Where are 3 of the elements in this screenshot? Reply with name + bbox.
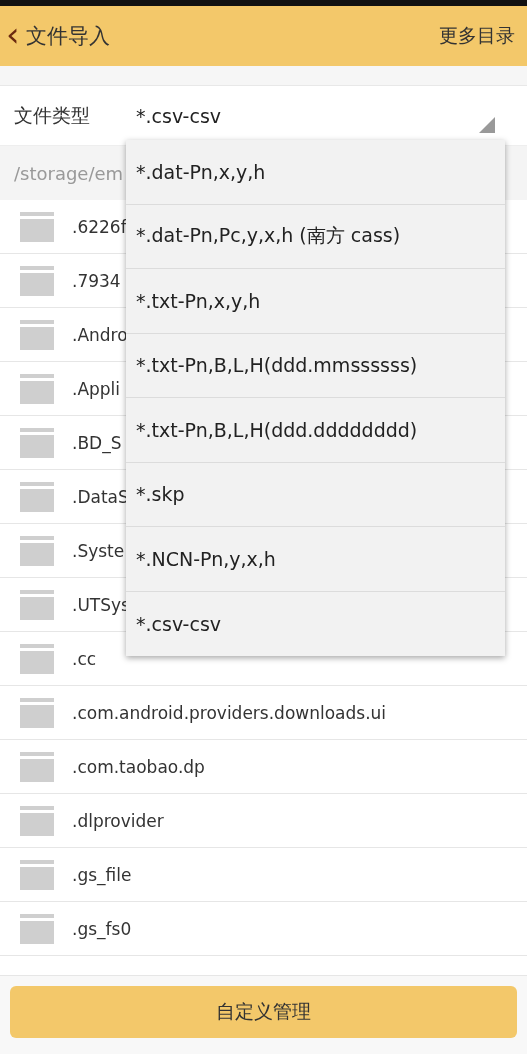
path-text: /storage/em [14, 162, 124, 184]
page-title: 文件导入 [25, 23, 110, 50]
file-type-label: 文件类型 [14, 102, 91, 128]
